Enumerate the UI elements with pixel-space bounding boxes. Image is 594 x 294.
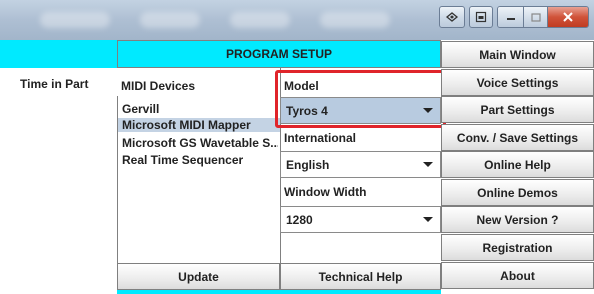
diamond-icon[interactable] xyxy=(439,6,465,28)
new-version-button[interactable]: New Version ? xyxy=(441,206,594,233)
maximize-icon[interactable] xyxy=(524,7,548,27)
main-panel: PROGRAM SETUP Time in Part MIDI Devices … xyxy=(0,40,594,294)
window-width-value: 1280 xyxy=(286,212,313,227)
window-controls xyxy=(439,6,589,30)
technical-help-button[interactable]: Technical Help xyxy=(280,263,441,290)
voice-settings-button[interactable]: Voice Settings xyxy=(441,69,594,96)
midi-device-list[interactable]: Gervill Microsoft MIDI Mapper Microsoft … xyxy=(117,96,280,266)
minimize-icon[interactable] xyxy=(498,7,524,27)
language-value: English xyxy=(286,157,330,172)
online-help-button[interactable]: Online Help xyxy=(441,151,594,178)
registration-button[interactable]: Registration xyxy=(441,234,594,261)
conv-save-settings-button[interactable]: Conv. / Save Settings xyxy=(441,124,594,151)
left-panel xyxy=(0,68,117,294)
list-item-real-time-sequencer[interactable]: Real Time Sequencer xyxy=(122,153,243,167)
caption-buttons xyxy=(497,6,589,28)
list-item-microsoft-midi-mapper[interactable]: Microsoft MIDI Mapper xyxy=(118,118,280,132)
close-icon[interactable] xyxy=(548,7,588,27)
about-button[interactable]: About xyxy=(441,262,594,289)
chevron-down-icon[interactable] xyxy=(416,207,440,232)
titlebar-blur xyxy=(320,12,390,28)
titlebar-blur xyxy=(40,12,110,28)
titlebar-blur xyxy=(140,12,200,28)
list-item-gervill[interactable]: Gervill xyxy=(122,102,159,116)
document-icon[interactable] xyxy=(469,6,493,28)
online-demos-button[interactable]: Online Demos xyxy=(441,179,594,206)
part-settings-button[interactable]: Part Settings xyxy=(441,96,594,123)
language-select[interactable]: English xyxy=(280,151,441,178)
program-setup-title: PROGRAM SETUP xyxy=(117,40,441,68)
time-in-part-label: Time in Part xyxy=(20,77,89,91)
highlight-box xyxy=(275,70,446,128)
main-window-button[interactable]: Main Window xyxy=(441,41,594,68)
titlebar-blur xyxy=(230,12,290,28)
international-label: International xyxy=(284,131,357,145)
footer-bar xyxy=(117,290,441,294)
window-titlebar[interactable] xyxy=(0,0,594,40)
list-item-microsoft-gs-wavetable[interactable]: Microsoft GS Wavetable S... xyxy=(122,136,278,150)
update-button[interactable]: Update xyxy=(117,263,280,290)
midi-devices-label: MIDI Devices xyxy=(121,79,196,93)
window-width-select[interactable]: 1280 xyxy=(280,206,441,233)
window-width-label: Window Width xyxy=(284,185,367,199)
chevron-down-icon[interactable] xyxy=(416,152,440,177)
